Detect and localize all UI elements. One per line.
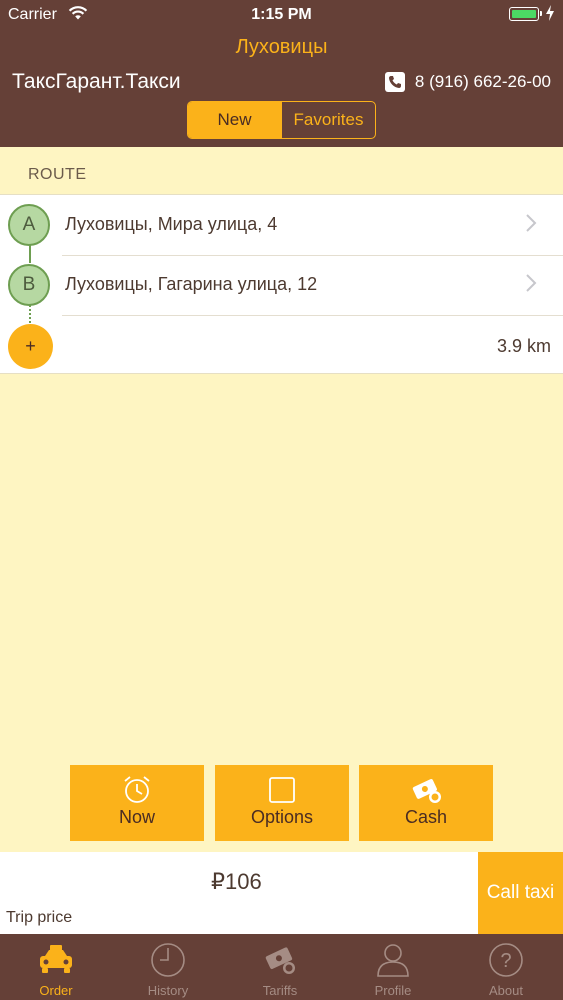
battery-icon bbox=[509, 7, 542, 21]
tab-order-label: Order bbox=[39, 983, 73, 998]
tab-bar: Order History Tariffs Profile ? About bbox=[0, 934, 563, 1000]
header: Луховицы ТаксГарант.Такси 8 (916) 662-26… bbox=[0, 30, 563, 147]
price-bar: ₽106 Trip price bbox=[0, 852, 478, 934]
trip-price-label: Trip price bbox=[6, 909, 73, 926]
tab-tariffs-label: Tariffs bbox=[262, 983, 298, 998]
status-bar: Carrier 1:15 PM bbox=[0, 0, 563, 30]
route-stop-a[interactable]: Луховицы, Мира улица, 4 bbox=[0, 195, 563, 255]
tab-new[interactable]: New bbox=[188, 102, 281, 138]
phone-number: 8 (916) 662-26-00 bbox=[414, 72, 551, 91]
order-type-segmented-control[interactable]: New Favorites bbox=[187, 101, 376, 139]
charging-bolt-icon bbox=[546, 5, 554, 21]
phone-icon bbox=[384, 72, 405, 92]
divider bbox=[62, 315, 563, 316]
route-connector-dots bbox=[29, 305, 33, 323]
clock-time: 1:15 PM bbox=[251, 6, 312, 23]
person-icon bbox=[377, 944, 409, 977]
money-icon bbox=[265, 947, 295, 974]
stop-address: Луховицы, Гагарина улица, 12 bbox=[65, 274, 318, 294]
tab-profile[interactable]: Profile bbox=[337, 934, 449, 1000]
options-label: Options bbox=[250, 807, 314, 827]
clock-icon bbox=[151, 943, 185, 977]
tab-about-label: About bbox=[489, 983, 523, 998]
stop-marker-a: A bbox=[8, 204, 50, 246]
stop-marker-b: B bbox=[8, 264, 50, 306]
tab-about[interactable]: ? About bbox=[450, 934, 562, 1000]
trip-price-value: ₽106 bbox=[211, 869, 262, 894]
route-stop-b[interactable]: Луховицы, Гагарина улица, 12 bbox=[0, 255, 563, 315]
route-list: Луховицы, Мира улица, 4 Луховицы, Гагари… bbox=[0, 194, 563, 374]
tab-favorites[interactable]: Favorites bbox=[281, 102, 375, 138]
tab-history-label: History bbox=[147, 983, 189, 998]
alarm-clock-icon bbox=[124, 776, 150, 803]
options-button[interactable]: Options bbox=[215, 765, 349, 841]
route-connector-line bbox=[29, 245, 31, 263]
stop-address: Луховицы, Мира улица, 4 bbox=[65, 214, 278, 234]
cash-label: Cash bbox=[404, 807, 448, 827]
tab-order[interactable]: Order bbox=[0, 934, 112, 1000]
chevron-right-icon bbox=[526, 214, 537, 232]
chevron-right-icon bbox=[526, 274, 537, 292]
cash-icon bbox=[412, 779, 441, 803]
city-title[interactable]: Луховицы bbox=[0, 36, 563, 59]
cash-button[interactable]: Cash bbox=[359, 765, 493, 841]
call-taxi-button[interactable]: Call taxi bbox=[478, 852, 563, 934]
now-label: Now bbox=[118, 807, 155, 827]
tab-tariffs[interactable]: Tariffs bbox=[224, 934, 336, 1000]
question-icon: ? bbox=[489, 943, 523, 977]
route-section-label: ROUTE bbox=[28, 166, 87, 183]
taxi-icon bbox=[40, 945, 72, 973]
tab-profile-label: Profile bbox=[374, 983, 412, 998]
phone-link[interactable]: 8 (916) 662-26-00 bbox=[384, 72, 551, 92]
tab-history[interactable]: History bbox=[112, 934, 224, 1000]
route-distance: 3.9 km bbox=[496, 336, 551, 356]
square-icon bbox=[269, 777, 295, 803]
now-button[interactable]: Now bbox=[70, 765, 204, 841]
brand-name: ТаксГарант.Такси bbox=[12, 70, 181, 93]
add-stop-button[interactable]: + bbox=[8, 324, 53, 369]
svg-text:?: ? bbox=[500, 950, 511, 972]
